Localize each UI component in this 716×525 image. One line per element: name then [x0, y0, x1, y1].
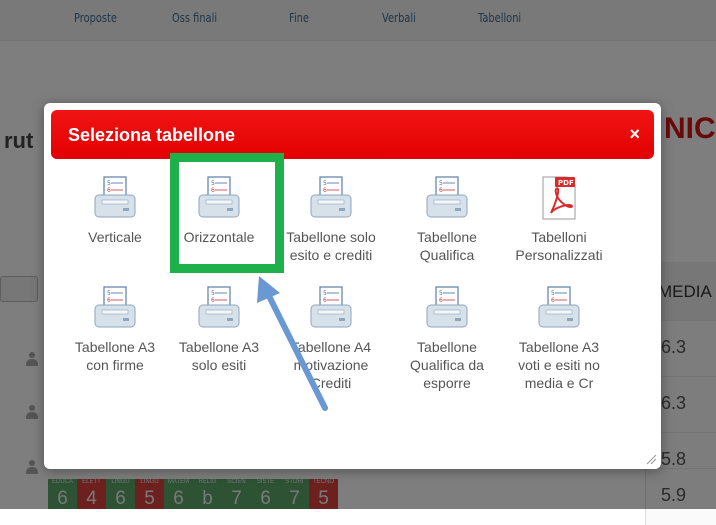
- board-option-tabellone-a3-con-firme[interactable]: 5 6 Tabellone A3 con firme: [56, 285, 174, 374]
- svg-text:6: 6: [551, 297, 555, 304]
- board-option-label-line: Tabellone A4: [290, 339, 372, 355]
- printer-icon: 56: [93, 285, 137, 331]
- board-option-label: Tabellone A3 voti e esiti no media e Cr: [500, 338, 618, 392]
- svg-text:5: 5: [439, 180, 443, 187]
- board-option-tabellone-a3-voti-e-esiti-no-media-e-cr[interactable]: 5 6 Tabellone A3 voti e esiti no media e Cr: [500, 285, 618, 392]
- board-option-label-line: esito e crediti: [289, 247, 373, 263]
- svg-text:6: 6: [211, 297, 215, 304]
- svg-text:6: 6: [107, 297, 111, 304]
- board-option-label: Tabellone solo esito e crediti: [272, 228, 390, 264]
- board-option-label-line: esporre: [423, 375, 471, 391]
- printer-icon: 56: [425, 175, 469, 221]
- board-option-label-line: voti e esiti no: [518, 357, 600, 373]
- board-option-label-line: Tabellone A3: [178, 339, 260, 355]
- board-option-label-line: motivazione: [293, 357, 369, 373]
- printer-icon: 56: [93, 175, 137, 221]
- printer-icon: 56: [537, 285, 581, 331]
- board-option-label: Verticale: [56, 228, 174, 246]
- modal-title: Seleziona tabellone: [68, 125, 236, 145]
- board-option-label-line: media e Cr: [524, 375, 594, 391]
- svg-text:5: 5: [323, 290, 327, 297]
- board-option-label-line: Crediti: [310, 375, 352, 391]
- board-option-label: Tabellone A4 motivazione Crediti: [272, 338, 390, 392]
- printer-icon: 56: [425, 285, 469, 331]
- board-option-label: Tabellone Qualifica: [388, 228, 506, 264]
- board-option-label: Tabellone A3 con firme: [56, 338, 174, 374]
- board-option-label-line: Tabellone A3: [518, 339, 600, 355]
- board-option-tabellone-qualifica-da-esporre[interactable]: 5 6 Tabellone Qualifica da esporre: [388, 285, 506, 392]
- svg-text:5: 5: [323, 180, 327, 187]
- pdf-icon: PDF: [537, 175, 581, 221]
- printer-icon: 56: [309, 175, 353, 221]
- board-option-label-line: Tabellone: [417, 229, 477, 245]
- svg-text:6: 6: [323, 187, 327, 194]
- svg-text:5: 5: [107, 290, 111, 297]
- board-option-tabellone-qualifica[interactable]: 5 6 Tabellone Qualifica: [388, 175, 506, 264]
- board-option-label: Tabelloni Personalizzati: [500, 228, 618, 264]
- board-option-label-line: Tabellone: [417, 339, 477, 355]
- svg-text:5: 5: [107, 180, 111, 187]
- board-option-tabellone-solo-esito-e-crediti[interactable]: 5 6 Tabellone solo esito e crediti: [272, 175, 390, 264]
- svg-text:5: 5: [439, 290, 443, 297]
- close-icon[interactable]: ×: [629, 124, 640, 145]
- svg-text:6: 6: [323, 297, 327, 304]
- board-option-label-line: Tabellone solo: [286, 229, 376, 245]
- printer-icon: 56: [309, 285, 353, 331]
- board-option-verticale[interactable]: 5 6 Verticale: [56, 175, 174, 246]
- board-option-tabellone-a4-motivazione-crediti[interactable]: 5 6 Tabellone A4 motivazione Crediti: [272, 285, 390, 392]
- modal-header: Seleziona tabellone ×: [51, 110, 654, 159]
- board-option-label-line: Tabellone A3: [74, 339, 156, 355]
- board-option-label-line: Tabelloni: [531, 229, 587, 245]
- printer-icon: 56: [197, 285, 241, 331]
- board-option-label-line: Verticale: [88, 229, 142, 245]
- svg-text:6: 6: [439, 187, 443, 194]
- board-option-tabellone-a3-solo-esiti[interactable]: 5 6 Tabellone A3 solo esiti: [160, 285, 278, 374]
- select-board-modal: Seleziona tabellone × 5 6 Verticale 5 6 Orizz…: [44, 103, 661, 469]
- board-option-label-line: Personalizzati: [515, 247, 603, 263]
- svg-text:PDF: PDF: [558, 179, 574, 187]
- board-option-label: Tabellone Qualifica da esporre: [388, 338, 506, 392]
- board-option-label-line: Qualifica: [419, 247, 475, 263]
- resize-handle-icon[interactable]: [645, 453, 657, 465]
- svg-text:6: 6: [439, 297, 443, 304]
- board-option-label-line: con firme: [86, 357, 144, 373]
- board-option-tabelloni-personalizzati[interactable]: PDF Tabelloni Personalizzati: [500, 175, 618, 264]
- svg-text:5: 5: [211, 290, 215, 297]
- board-option-label-line: Qualifica da: [410, 357, 484, 373]
- svg-text:5: 5: [551, 290, 555, 297]
- board-option-label-line: solo esiti: [191, 357, 247, 373]
- highlight-box: [170, 153, 284, 273]
- svg-text:6: 6: [107, 187, 111, 194]
- board-option-label: Tabellone A3 solo esiti: [160, 338, 278, 374]
